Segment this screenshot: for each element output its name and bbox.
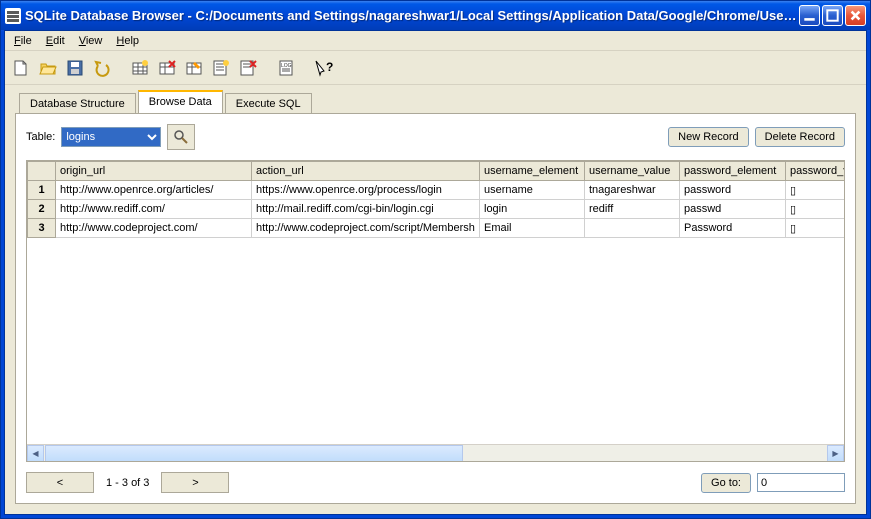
maximize-button[interactable] (822, 5, 843, 26)
menubar: File Edit View Help (5, 31, 866, 51)
col-password-element[interactable]: password_element (680, 162, 786, 181)
prev-page-button[interactable]: < (26, 472, 94, 493)
menu-edit[interactable]: Edit (39, 33, 72, 49)
create-index-icon[interactable] (209, 56, 233, 80)
cell[interactable]: ▯ (786, 219, 846, 238)
save-icon[interactable] (63, 56, 87, 80)
delete-record-button[interactable]: Delete Record (755, 127, 845, 147)
table-row[interactable]: 1http://www.openrce.org/articles/https:/… (28, 181, 846, 200)
undo-icon[interactable] (90, 56, 114, 80)
delete-index-icon[interactable] (236, 56, 260, 80)
cell[interactable]: tnagareshwar (585, 181, 680, 200)
scroll-right-icon[interactable]: ▶ (827, 445, 844, 462)
open-file-icon[interactable] (36, 56, 60, 80)
cell[interactable]: https://www.openrce.org/process/login (252, 181, 480, 200)
svg-text:?: ? (326, 60, 333, 74)
toolbar: LOG ? (5, 51, 866, 85)
cell[interactable]: login (480, 200, 585, 219)
table-row[interactable]: 2http://www.rediff.com/http://mail.redif… (28, 200, 846, 219)
tab-browse-data[interactable]: Browse Data (138, 90, 223, 113)
cell[interactable] (585, 219, 680, 238)
cell[interactable]: username (480, 181, 585, 200)
window-title: SQLite Database Browser - C:/Documents a… (25, 8, 799, 23)
horizontal-scrollbar[interactable]: ◀ ▶ (27, 444, 844, 461)
tab-database-structure[interactable]: Database Structure (19, 93, 136, 114)
cell[interactable]: http://www.codeproject.com/script/Member… (252, 219, 480, 238)
app-icon (5, 8, 21, 24)
cell[interactable]: Email (480, 219, 585, 238)
window-controls (799, 5, 866, 26)
tab-execute-sql[interactable]: Execute SQL (225, 93, 312, 114)
app-window: SQLite Database Browser - C:/Documents a… (0, 0, 871, 519)
scroll-thumb[interactable] (45, 445, 463, 462)
menu-help[interactable]: Help (109, 33, 146, 49)
record-count: 1 - 3 of 3 (100, 477, 155, 489)
goto-button[interactable]: Go to: (701, 473, 751, 493)
cell[interactable]: http://www.rediff.com/ (56, 200, 252, 219)
scroll-left-icon[interactable]: ◀ (27, 445, 44, 462)
col-username-value[interactable]: username_value (585, 162, 680, 181)
cell[interactable]: passwd (680, 200, 786, 219)
new-file-icon[interactable] (9, 56, 33, 80)
col-action-url[interactable]: action_url (252, 162, 480, 181)
menu-view[interactable]: View (72, 33, 110, 49)
menu-file[interactable]: File (7, 33, 39, 49)
whatsthis-icon[interactable]: ? (312, 56, 336, 80)
create-table-icon[interactable] (128, 56, 152, 80)
delete-table-icon[interactable] (155, 56, 179, 80)
titlebar[interactable]: SQLite Database Browser - C:/Documents a… (1, 1, 870, 30)
svg-text:LOG: LOG (281, 63, 292, 69)
table-row[interactable]: 3http://www.codeproject.com/http://www.c… (28, 219, 846, 238)
col-origin-url[interactable]: origin_url (56, 162, 252, 181)
data-grid: origin_url action_url username_element u… (26, 160, 845, 462)
col-username-element[interactable]: username_element (480, 162, 585, 181)
row-number[interactable]: 1 (28, 181, 56, 200)
row-number[interactable]: 3 (28, 219, 56, 238)
cell[interactable]: Password (680, 219, 786, 238)
log-icon[interactable]: LOG (274, 56, 298, 80)
modify-table-icon[interactable] (182, 56, 206, 80)
cell[interactable]: ▯ (786, 200, 846, 219)
search-button[interactable] (167, 124, 195, 150)
cell[interactable]: http://www.codeproject.com/ (56, 219, 252, 238)
cell[interactable]: password (680, 181, 786, 200)
goto-input[interactable] (757, 473, 845, 492)
tabstrip: Database Structure Browse Data Execute S… (5, 85, 866, 113)
row-number[interactable]: 2 (28, 200, 56, 219)
cell[interactable]: rediff (585, 200, 680, 219)
rownum-header[interactable] (28, 162, 56, 181)
cell[interactable]: http://www.openrce.org/articles/ (56, 181, 252, 200)
client-area: File Edit View Help (4, 30, 867, 515)
close-button[interactable] (845, 5, 866, 26)
tab-content: Table: logins New Record Delete Record (15, 113, 856, 504)
table-toolbar: Table: logins New Record Delete Record (26, 124, 845, 150)
cell[interactable]: http://mail.rediff.com/cgi-bin/login.cgi (252, 200, 480, 219)
col-password-value[interactable]: password_value (786, 162, 846, 181)
minimize-button[interactable] (799, 5, 820, 26)
table-header-row: origin_url action_url username_element u… (28, 162, 846, 181)
next-page-button[interactable]: > (161, 472, 229, 493)
table-label: Table: (26, 131, 55, 143)
cell[interactable]: ▯ (786, 181, 846, 200)
pager: < 1 - 3 of 3 > Go to: (26, 472, 845, 493)
new-record-button[interactable]: New Record (668, 127, 749, 147)
table-select[interactable]: logins (61, 127, 161, 147)
